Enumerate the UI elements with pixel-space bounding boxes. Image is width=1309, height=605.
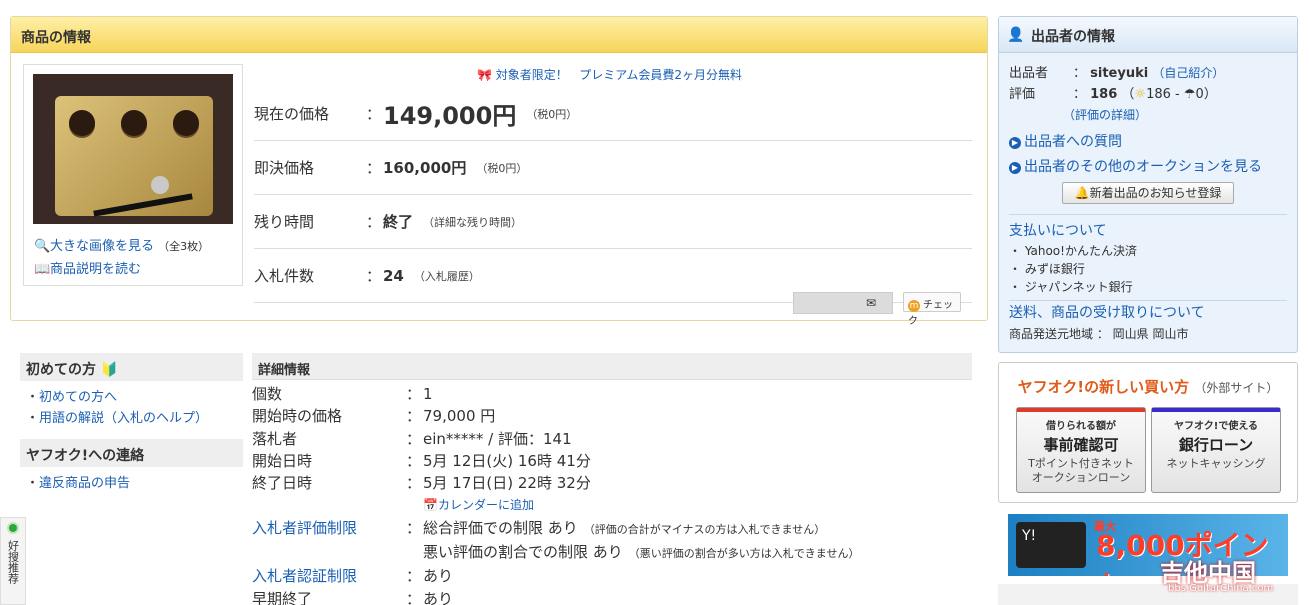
tax-note: （税0円） — [526, 107, 578, 121]
image-count: （全3枚） — [158, 240, 210, 253]
payment-item: ・ みずほ銀行 — [1009, 262, 1085, 276]
add-calendar-link[interactable]: カレンダーに追加 — [438, 494, 534, 516]
seller-rating-row: 評価： 186 （☼ 186 - ☂ 0） — [1009, 84, 1287, 105]
detail-row: 開始時の価格： 79,000 円 — [252, 407, 496, 426]
good-rating-icon: ☼ — [1134, 87, 1147, 102]
seller-name: siteyuki — [1090, 66, 1149, 81]
envelope-icon: ✉ — [865, 296, 876, 310]
promo-targeted-link[interactable]: 対象者限定！ — [496, 68, 568, 82]
promo-line: 🎀 対象者限定！ プレミアム会員費2ヶ月分無料 — [477, 66, 742, 83]
beginner-mark-icon: 🔰 — [100, 362, 119, 378]
price-row-time-left: 残り時間 ： 終了 （詳細な残り時間） — [254, 195, 972, 249]
item-info-panel: 商品の情報 🔍大きな画像を見る （全3枚） 📖商品説明を読む 🎀 対象者限定！ … — [10, 16, 988, 321]
price-label: 残り時間 — [254, 213, 315, 231]
check-m-icon: m — [908, 300, 920, 312]
left-sidebar: 初めての方 🔰 ・初めての方へ ・用語の解説（入札のヘルプ） ヤフオク!への連絡… — [20, 353, 243, 504]
thumbnail-links: 🔍大きな画像を見る （全3枚） 📖商品説明を読む — [34, 235, 209, 281]
bid-count: 24 — [383, 266, 404, 285]
beginner-list: ・初めての方へ ・用語の解説（入札のヘルプ） — [26, 390, 209, 426]
seller-name-row: 出品者： siteyuki （自己紹介） — [1009, 63, 1287, 84]
watermark-url: bbs.GuitarChina.com — [1168, 583, 1274, 594]
time-left-value: 終了 — [383, 213, 414, 231]
rating-detail-link[interactable]: （評価の詳細） — [1063, 108, 1147, 122]
detailed-time-link[interactable]: （詳細な残り時間） — [423, 214, 522, 230]
price-label: 即決価格 — [254, 159, 315, 177]
item-thumbnail[interactable] — [33, 74, 233, 224]
beginner-link[interactable]: 初めての方へ — [39, 390, 117, 405]
payment-link[interactable]: 支払いについて — [1009, 223, 1107, 239]
buyout-price: 160,000円 — [383, 159, 467, 177]
book-icon: 📖 — [34, 262, 51, 277]
question-link[interactable]: 出品者への質問 — [1024, 134, 1122, 150]
payment-item: ・ ジャパンネット銀行 — [1009, 280, 1133, 294]
read-description-link[interactable]: 商品説明を読む — [50, 262, 141, 277]
calendar-row: 📅 カレンダーに追加 — [423, 494, 972, 516]
price-row-current: 現在の価格 ： 149,000円 （税0円） — [254, 87, 972, 141]
report-violation-link[interactable]: 違反商品の申告 — [39, 476, 130, 491]
user-icon: 👤 — [1007, 27, 1025, 43]
shipping-link[interactable]: 送料、商品の受け取りについて — [1009, 305, 1205, 321]
tax-note: （税0円） — [476, 161, 528, 175]
payment-item: ・ Yahoo!かんたん決済 — [1009, 244, 1137, 258]
bank-loan-card[interactable]: ヤフオク!で使える 銀行ローン ネットキャッシング — [1151, 407, 1281, 493]
magnifier-icon: 🔍 — [34, 239, 51, 254]
gift-icon: 🎀 — [477, 68, 492, 82]
contact-list: ・違反商品の申告 — [26, 476, 131, 491]
bidder-auth-limit-link[interactable]: 入札者認証制限 — [252, 565, 406, 587]
price-label: 入札件数 — [254, 267, 315, 285]
side-tab-label: 好搜推荐 — [6, 540, 20, 584]
thumbnail-box: 🔍大きな画像を見る （全3枚） 📖商品説明を読む — [23, 64, 243, 286]
large-image-link[interactable]: 大きな画像を見る — [50, 239, 154, 254]
bidder-rating-limit-link[interactable]: 入札者評価制限 — [252, 517, 406, 541]
other-auctions-link[interactable]: 出品者のその他のオークションを見る — [1024, 159, 1262, 175]
seller-header: 👤 出品者の情報 — [999, 17, 1297, 53]
loan-precheck-card[interactable]: 借りられる額が 事前確認可 Tポイント付きネット オークションローン — [1016, 407, 1146, 493]
item-info-header: 商品の情報 — [11, 17, 987, 53]
knob-shape — [121, 110, 147, 136]
rating-total-link[interactable]: 186 — [1090, 84, 1117, 105]
bell-icon: 🔔 — [1074, 186, 1090, 200]
detail-row: 開始日時： 5月 12日(火) 16時 41分 — [252, 451, 591, 470]
self-intro-link[interactable]: （自己紹介） — [1152, 63, 1224, 84]
share-button[interactable]: ✉ — [793, 292, 893, 314]
notify-button[interactable]: 🔔新着出品のお知らせ登録 — [1062, 182, 1234, 204]
detail-row-rating-limit-2: 悪い評価の割合での制限 あり （悪い評価の割合が多い方は入札できません） — [423, 543, 860, 562]
detail-info: 詳細情報 個数： 1 開始時の価格： 79,000 円 落札者： ein***** /… — [252, 353, 972, 605]
footswitch-shape — [151, 176, 169, 194]
seller-info-panel: 👤 出品者の情報 出品者： siteyuki （自己紹介） 評価： 186 （☼ 1… — [998, 16, 1298, 353]
detail-row-rating-limit: 入札者評価制限： 総合評価での制限 あり （評価の合計がマイナスの方は入札できませ… — [252, 517, 972, 541]
beginner-title: 初めての方 — [26, 362, 96, 378]
knob-shape — [173, 110, 199, 136]
beginner-header: 初めての方 🔰 — [20, 353, 243, 381]
detail-row: 終了日時： 5月 17日(日) 22時 32分 — [252, 474, 591, 493]
ship-from-row: 商品発送元地域 ： 岡山県 岡山市 — [1009, 327, 1189, 341]
bid-history-link[interactable]: （入札履歴） — [414, 268, 480, 284]
arrow-right-icon: ▶ — [1009, 161, 1021, 174]
current-price: 149,000円 — [383, 102, 517, 130]
detail-header: 詳細情報 — [252, 353, 972, 380]
side-tab[interactable]: 好搜推荐 — [0, 517, 26, 605]
new-buy-ad: ヤフオク!の新しい買い方 （外部サイト） 借りられる額が 事前確認可 Tポイント… — [998, 362, 1298, 503]
detail-row: 落札者： ein***** / 評価：141 — [252, 429, 572, 448]
contact-header: ヤフオク!への連絡 — [20, 439, 243, 467]
price-label: 現在の価格 — [254, 105, 330, 123]
arrow-right-icon: ▶ — [1009, 136, 1021, 149]
detail-row: 個数： 1 — [252, 385, 433, 403]
promo-premium-link[interactable]: プレミアム会員費2ヶ月分無料 — [579, 68, 742, 82]
status-dot-icon — [7, 522, 19, 534]
price-row-buyout: 即決価格 ： 160,000円 （税0円） — [254, 141, 972, 195]
detail-row-early-end: 早期終了： あり — [252, 589, 454, 605]
check-button[interactable]: m チェック — [903, 292, 961, 327]
bad-rating-icon: ☂ — [1183, 87, 1196, 102]
detail-row-auth-limit: 入札者認証制限： あり — [252, 565, 972, 587]
help-terms-link[interactable]: 用語の解説（入札のヘルプ） — [39, 411, 208, 426]
knob-shape — [69, 110, 95, 136]
ad-title: ヤフオク!の新しい買い方 （外部サイト） — [1017, 378, 1279, 396]
price-table: 現在の価格 ： 149,000円 （税0円） 即決価格 ： 160,000円 （… — [254, 87, 972, 303]
card-image: Y! — [1016, 522, 1086, 568]
calendar-icon: 📅 — [423, 498, 438, 513]
